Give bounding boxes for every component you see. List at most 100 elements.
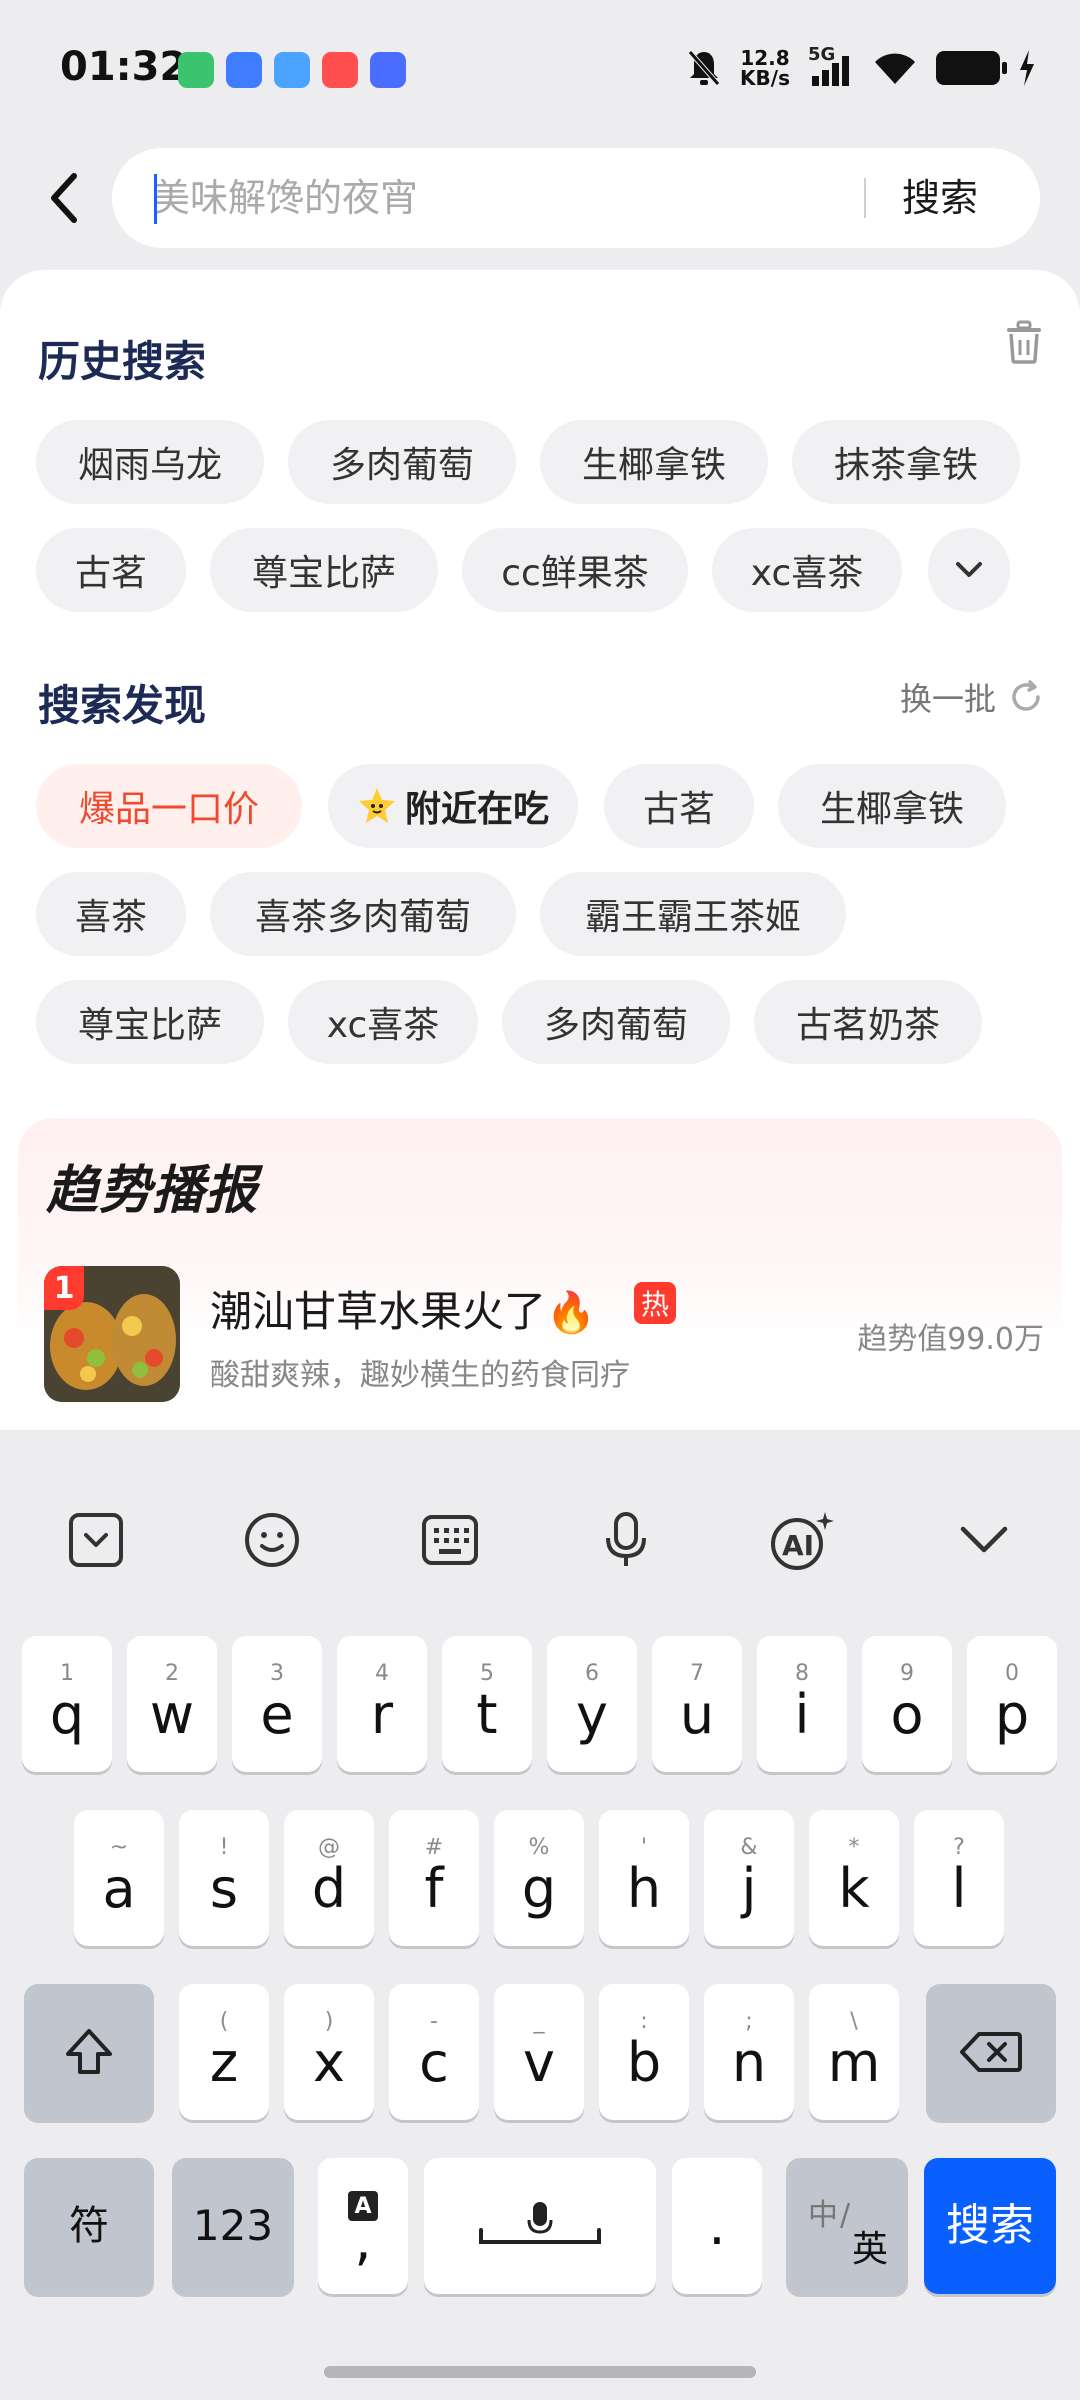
key[interactable]: 3e (232, 1636, 322, 1772)
wifi-icon (875, 53, 915, 84)
key[interactable]: * k (809, 1810, 899, 1946)
search-bar[interactable]: 搜索 (112, 148, 1040, 248)
key[interactable]: 0p (967, 1636, 1057, 1772)
comma-key[interactable]: A , (318, 2158, 408, 2294)
key[interactable]: 7u (652, 1636, 742, 1772)
voice-input-button[interactable] (586, 1500, 666, 1580)
key[interactable]: 5t (442, 1636, 532, 1772)
emoji-button[interactable] (232, 1500, 312, 1580)
search-suggestions-panel: 历史搜索 烟雨乌龙 多肉葡萄 生椰拿铁 抹茶拿铁 古茗 尊宝比萨 cc鲜果茶 x… (0, 270, 1080, 1430)
expand-history-button[interactable] (928, 528, 1010, 612)
history-chip[interactable]: 抹茶拿铁 (792, 420, 1020, 504)
trash-icon (1007, 320, 1041, 364)
search-divider (864, 178, 866, 218)
key[interactable]: 1q (22, 1636, 112, 1772)
key[interactable]: ~ a (74, 1810, 164, 1946)
symbol-key[interactable]: 符 (24, 2158, 154, 2294)
history-chip[interactable]: 尊宝比萨 (210, 528, 438, 612)
key[interactable]: 9o (862, 1636, 952, 1772)
key[interactable]: _ v (494, 1984, 584, 2120)
search-key[interactable]: 搜索 (924, 2158, 1056, 2294)
chevron-down-icon (956, 562, 982, 577)
key[interactable]: 2w (127, 1636, 217, 1772)
history-chip[interactable]: cc鲜果茶 (462, 528, 688, 612)
key[interactable]: ; n (704, 1984, 794, 2120)
key[interactable]: 8i (757, 1636, 847, 1772)
key[interactable]: (z (179, 1984, 269, 2120)
key[interactable]: ) x (284, 1984, 374, 2120)
discover-chip[interactable]: 古茗奶茶 (754, 980, 982, 1064)
history-chip[interactable]: 烟雨乌龙 (36, 420, 264, 504)
discover-chip[interactable]: 尊宝比萨 (36, 980, 264, 1064)
key[interactable]: ? l (914, 1810, 1004, 1946)
trend-thumbnail: 1 (44, 1266, 180, 1402)
key[interactable]: 4r (337, 1636, 427, 1772)
key[interactable]: -c (389, 1984, 479, 2120)
discover-chip[interactable]: xc喜茶 (288, 980, 478, 1064)
history-chip[interactable]: xc喜茶 (712, 528, 902, 612)
key[interactable]: @ d (284, 1810, 374, 1946)
search-input[interactable] (152, 170, 852, 226)
battery-icon (936, 51, 1007, 85)
notification-app-icons (178, 52, 406, 88)
discover-title: 搜索发现 (38, 681, 207, 730)
history-chip[interactable]: 生椰拿铁 (540, 420, 768, 504)
discover-chip[interactable]: 霸王霸王茶姬 (540, 872, 846, 956)
discover-chip[interactable]: 喜茶多肉葡萄 (210, 872, 516, 956)
discover-chip[interactable]: 多肉葡萄 (502, 980, 730, 1064)
history-chip[interactable]: 古茗 (36, 528, 186, 612)
clear-history-button[interactable] (1004, 320, 1044, 364)
back-button[interactable] (40, 166, 88, 230)
net-speed: 12.8 KB/s (740, 46, 790, 90)
language-switch-key[interactable]: 中 / 英 (786, 2158, 908, 2294)
star-face-icon (358, 788, 395, 823)
key[interactable]: # f (389, 1810, 479, 1946)
key[interactable]: % g (494, 1810, 584, 1946)
space-key[interactable] (424, 2158, 656, 2294)
history-chip[interactable]: 多肉葡萄 (288, 420, 516, 504)
collapse-panel-button[interactable] (56, 1500, 136, 1580)
key[interactable]: ' h (599, 1810, 689, 1946)
keyboard-icon (422, 1515, 478, 1565)
key[interactable]: ! s (179, 1810, 269, 1946)
text-cursor (154, 174, 157, 224)
trend-value: 趋势值99.0万 (857, 1322, 1044, 1357)
keyboard-layout-button[interactable] (410, 1500, 490, 1580)
discover-chip[interactable]: 生椰拿铁 (778, 764, 1006, 848)
search-button[interactable]: 搜索 (902, 172, 978, 224)
backspace-key[interactable] (926, 1984, 1056, 2120)
trend-title: 趋势播报 (46, 1161, 259, 1221)
app-notification-icon (370, 52, 406, 88)
numbers-key[interactable]: 123 (172, 2158, 294, 2294)
shift-key[interactable] (24, 1984, 154, 2120)
hide-keyboard-button[interactable] (944, 1500, 1024, 1580)
status-indicators: 12.8 KB/s 5G (686, 44, 1036, 90)
shift-icon (66, 2029, 112, 2074)
svg-text:AI: AI (782, 1529, 814, 1562)
trend-item[interactable]: 1 潮汕甘草水果火了🔥 热 酸甜爽辣，趣妙横生的药食同疗 趋势值99.0万 (44, 1266, 1044, 1406)
ai-button[interactable]: AI (762, 1500, 842, 1580)
fire-icon: 🔥 (546, 1290, 596, 1336)
refresh-button[interactable]: 换一批 (900, 674, 1044, 720)
discover-chip-hot[interactable]: 爆品一口价 (36, 764, 302, 848)
keyboard: AI 1q 2w 3e 4r 5t 6y 7u 8i 9o 0p ~ a ! s @… (0, 1430, 1080, 2400)
key[interactable]: \ m (809, 1984, 899, 2120)
app-notification-icon (322, 52, 358, 88)
discover-chip[interactable]: 喜茶 (36, 872, 186, 956)
hot-badge: 热 (634, 1282, 676, 1324)
period-key[interactable]: . (672, 2158, 762, 2294)
app-notification-icon (274, 52, 310, 88)
discover-chip-nearby[interactable]: 附近在吃 (328, 764, 578, 848)
mute-bell-icon (688, 50, 720, 86)
keyboard-toolbar: AI (0, 1500, 1080, 1600)
history-title: 历史搜索 (38, 337, 207, 386)
key[interactable]: :b (599, 1984, 689, 2120)
discover-chip[interactable]: 古茗 (604, 764, 754, 848)
app-notification-icon (226, 52, 262, 88)
key[interactable]: 6y (547, 1636, 637, 1772)
key[interactable]: & j (704, 1810, 794, 1946)
trend-card: 趋势播报 1 潮汕甘草水果火了🔥 热 酸甜爽辣，趣妙横生的药食同疗 趋势值99.… (18, 1118, 1062, 1430)
cellular-signal-icon: 5G (808, 44, 854, 88)
ai-icon: AI (771, 1512, 834, 1570)
home-indicator[interactable] (324, 2366, 756, 2378)
